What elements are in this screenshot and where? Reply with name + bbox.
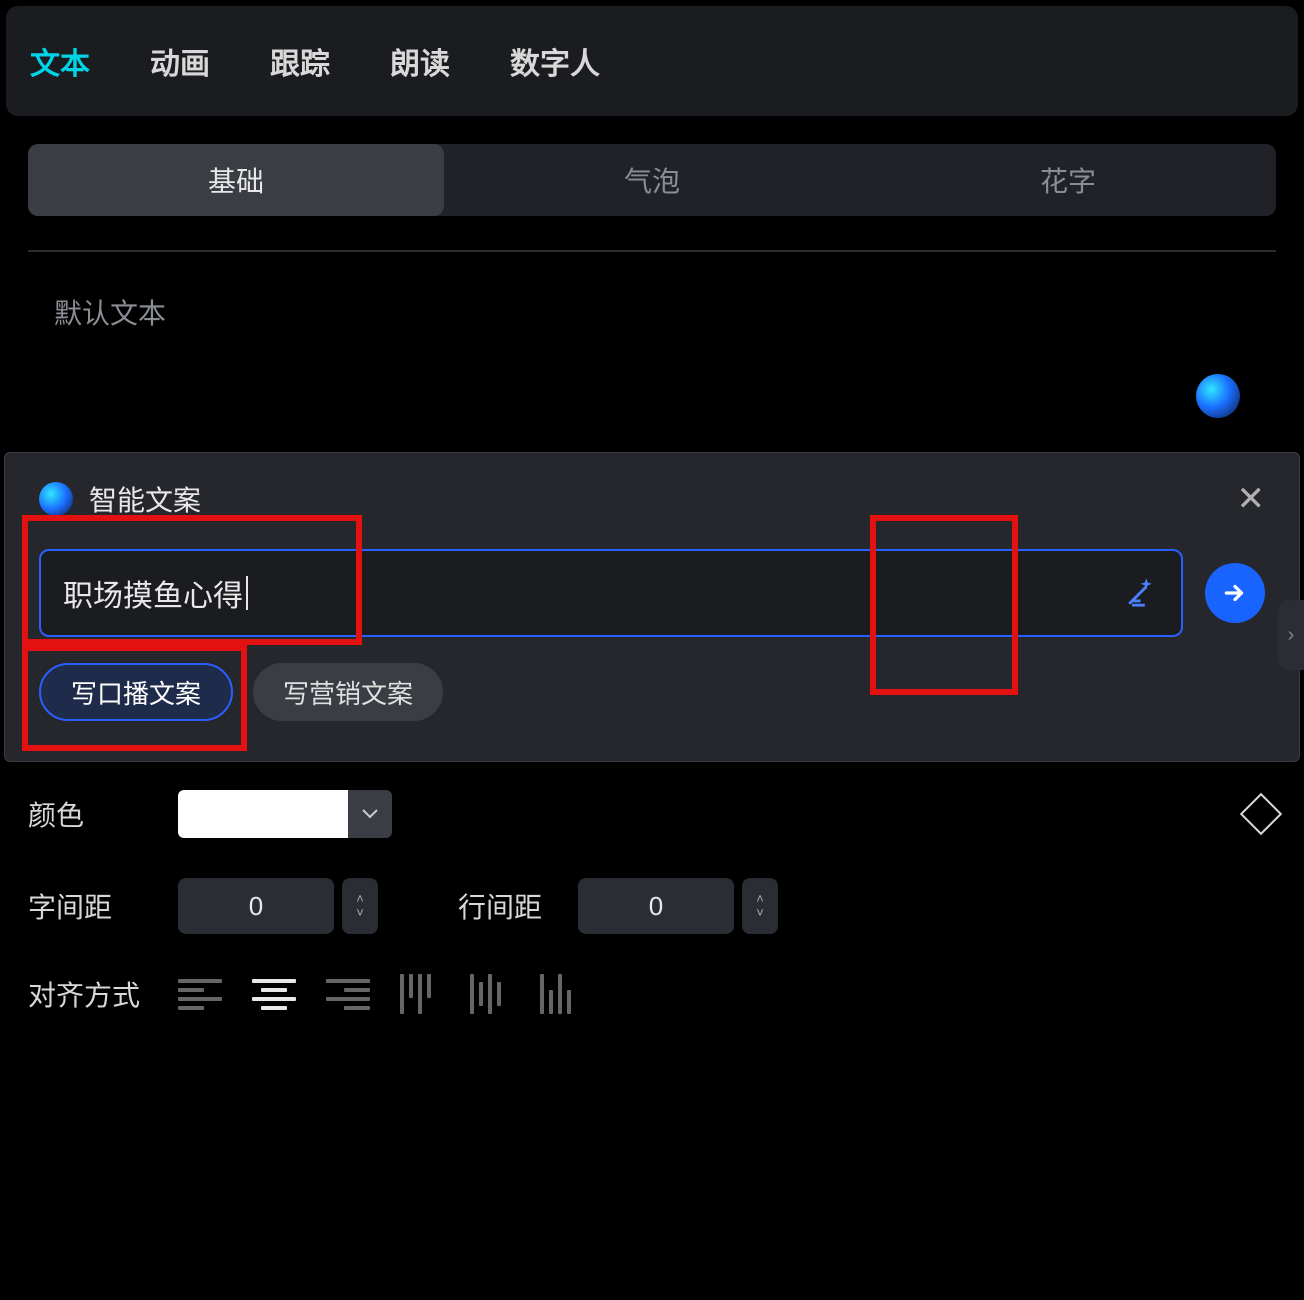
magic-wand-icon[interactable] xyxy=(1125,574,1159,613)
chevron-up-icon: ˄ xyxy=(356,892,364,906)
popup-title: 智能文案 xyxy=(89,479,201,519)
chevron-down-icon: ˅ xyxy=(356,906,364,920)
prompt-input[interactable]: 职场摸鱼心得 xyxy=(39,549,1183,637)
text-input-area[interactable]: 默认文本 xyxy=(28,270,1276,440)
align-left-button[interactable] xyxy=(178,974,222,1014)
color-label: 颜色 xyxy=(28,794,178,834)
chevron-down-icon xyxy=(362,809,378,819)
valign-middle-button[interactable] xyxy=(470,974,510,1014)
prompt-input-value: 职场摸鱼心得 xyxy=(63,571,243,615)
tab-track[interactable]: 跟踪 xyxy=(270,39,330,83)
subtab-basic[interactable]: 基础 xyxy=(28,144,444,216)
sub-tab-row: 基础 气泡 花字 xyxy=(28,144,1276,216)
divider xyxy=(28,250,1276,252)
align-row: 对齐方式 xyxy=(28,974,1276,1014)
chip-voice-copy[interactable]: 写口播文案 xyxy=(39,663,233,721)
close-icon[interactable]: ✕ xyxy=(1237,482,1266,516)
top-tab-bar: 文本 动画 跟踪 朗读 数字人 xyxy=(6,6,1298,116)
color-row: 颜色 xyxy=(28,790,1276,838)
chevron-up-icon: ˄ xyxy=(756,892,764,906)
submit-arrow-button[interactable] xyxy=(1205,563,1265,623)
color-dropdown[interactable] xyxy=(348,790,392,838)
ai-orb-button[interactable] xyxy=(1196,374,1240,418)
subtab-bubble[interactable]: 气泡 xyxy=(444,144,860,216)
chevron-down-icon: ˅ xyxy=(756,906,764,920)
letter-spacing-stepper[interactable]: ˄ ˅ xyxy=(342,878,378,934)
smart-copy-popup: 智能文案 ✕ 职场摸鱼心得 写口播文案 写营销文案 xyxy=(4,452,1300,762)
panel-collapse-handle[interactable]: › xyxy=(1278,600,1304,670)
align-center-button[interactable] xyxy=(252,974,296,1014)
tab-digital-human[interactable]: 数字人 xyxy=(510,39,600,83)
subtab-fancy[interactable]: 花字 xyxy=(860,144,1276,216)
ai-orb-icon xyxy=(39,482,73,516)
align-label: 对齐方式 xyxy=(28,974,178,1014)
tab-animation[interactable]: 动画 xyxy=(150,39,210,83)
valign-bottom-button[interactable] xyxy=(540,974,580,1014)
chip-marketing-copy[interactable]: 写营销文案 xyxy=(253,663,443,721)
letter-spacing-label: 字间距 xyxy=(28,886,178,926)
spacing-row: 字间距 0 ˄ ˅ 行间距 0 ˄ ˅ xyxy=(28,878,1276,934)
valign-top-button[interactable] xyxy=(400,974,440,1014)
tab-read[interactable]: 朗读 xyxy=(390,39,450,83)
keyframe-diamond-icon[interactable] xyxy=(1240,793,1282,835)
text-placeholder: 默认文本 xyxy=(54,292,1250,332)
line-spacing-label: 行间距 xyxy=(458,886,578,926)
color-swatch[interactable] xyxy=(178,790,348,838)
align-right-button[interactable] xyxy=(326,974,370,1014)
tab-text[interactable]: 文本 xyxy=(30,39,90,83)
text-cursor xyxy=(246,576,248,610)
line-spacing-stepper[interactable]: ˄ ˅ xyxy=(742,878,778,934)
letter-spacing-input[interactable]: 0 xyxy=(178,878,334,934)
line-spacing-input[interactable]: 0 xyxy=(578,878,734,934)
